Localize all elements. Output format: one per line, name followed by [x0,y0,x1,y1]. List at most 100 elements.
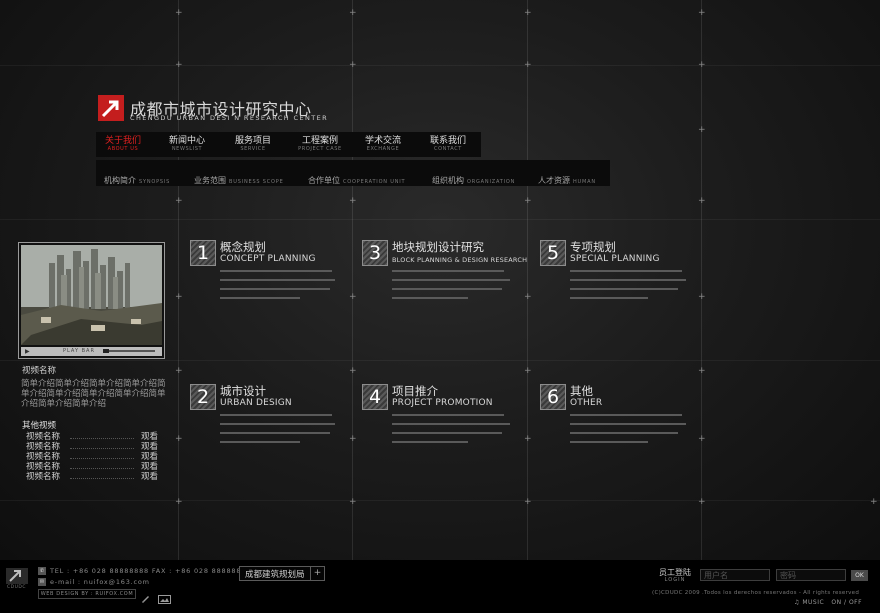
music-off-button[interactable]: OFF [849,599,862,606]
pen-icon[interactable] [141,588,151,603]
dotted-leader [70,458,134,459]
grid-plus-marker: + [349,366,357,376]
watch-link[interactable]: 观看 [141,472,158,482]
nav-label: 关于我们 [104,136,141,146]
play-icon[interactable]: ▶ [25,348,30,355]
video-name[interactable]: 视频名称 [26,462,60,472]
service-subtitle: URBAN DESIGN [220,398,292,408]
grid-plus-marker: + [175,60,183,70]
grid-plus-marker: + [698,125,706,135]
select-toggle-button[interactable]: + [310,567,324,580]
grid-line [701,0,702,560]
grid-plus-marker: + [698,366,706,376]
service-title: 地块规划设计研究 [392,240,484,254]
subnav-item-organization[interactable]: 组织机构 ORGANIZATION [432,168,515,187]
list-item[interactable]: 视频名称 观看 [26,432,158,442]
grid-plus-marker: + [175,366,183,376]
grid-plus-marker: + [349,8,357,18]
photo-icon[interactable] [158,589,171,604]
dotted-leader [70,468,134,469]
grid-line [178,0,179,560]
login-ok-button[interactable]: OK [851,570,868,581]
nav-label: 新闻中心 [168,136,205,146]
grid-plus-marker: + [349,434,357,444]
grid-plus-marker: + [349,497,357,507]
video-description: 简单介绍简单介绍简单介绍简单介绍简单介绍简单介绍简单介绍简单介绍简单介绍简单介绍… [21,379,166,409]
subnav-label: 机构简介 [104,176,136,185]
service-title: 其他 [570,384,593,398]
grid-plus-marker: + [175,196,183,206]
watch-link[interactable]: 观看 [141,452,158,462]
subnav-label: 人才资源 [538,176,570,185]
grid-plus-marker: + [698,196,706,206]
grid-plus-marker: + [698,292,706,302]
subnav-item-cooperation[interactable]: 合作单位 COOPERATION UNIT [308,168,405,187]
nav-sublabel: SERVICE [240,146,266,152]
nav-item-about[interactable]: 关于我们 ABOUT US [104,136,142,153]
video-name[interactable]: 视频名称 [26,472,60,482]
grid-plus-marker: + [524,196,532,206]
subnav-sublabel: SYNOPSIS [139,179,171,185]
grid-plus-marker: + [698,497,706,507]
grid-plus-marker: + [524,497,532,507]
list-item[interactable]: 视频名称 观看 [26,442,158,452]
password-field[interactable]: 密码 [776,569,846,581]
subnav-sublabel: ORGANIZATION [467,179,516,185]
list-item[interactable]: 视频名称 观看 [26,462,158,472]
subnav-item-human[interactable]: 人才资源 HUMAN [538,168,596,187]
watch-link[interactable]: 观看 [141,432,158,442]
nav-item-news[interactable]: 新闻中心 NEWSLIST [168,136,206,153]
grid-plus-marker: + [698,60,706,70]
subnav-item-business-scope[interactable]: 业务范围 BUSINESS SCOPE [194,168,284,187]
grid-line [527,0,528,560]
copyright-text: (C)CDUDC 2009 .Todos los derechos reserv… [652,590,860,596]
nav-item-project-case[interactable]: 工程案例 PROJECT CASE [296,136,344,153]
username-field[interactable]: 用户名 [700,569,770,581]
video-thumbnail[interactable] [21,245,162,345]
video-control-bar[interactable]: ▶ PLAY BAR [21,347,162,356]
grid-line [0,219,880,220]
select-value: 成都建筑规划局 [245,570,305,580]
grid-plus-marker: + [698,434,706,444]
watch-link[interactable]: 观看 [141,442,158,452]
grid-plus-marker: + [349,292,357,302]
grid-plus-marker: + [175,8,183,18]
other-videos-heading: 其他视频 [22,421,57,431]
grid-line [0,500,880,501]
footer-logo-icon [6,568,28,584]
music-on-button[interactable]: ON [831,599,841,606]
nav-item-exchange[interactable]: 学术交流 EXCHANGE [364,136,402,153]
grid-line [352,0,353,560]
video-name[interactable]: 视频名称 [26,452,60,462]
nav-item-contact[interactable]: 联系我们 CONTACT [429,136,467,153]
service-subtitle: SPECIAL PLANNING [570,254,660,264]
subnav-sublabel: COOPERATION UNIT [343,179,406,185]
video-name[interactable]: 视频名称 [26,442,60,452]
subnav-item-synopsis[interactable]: 机构简介 SYNOPSIS [104,168,170,187]
speaker-icon: ♫ [794,599,800,606]
seek-track[interactable] [105,350,155,352]
service-subtitle: PROJECT PROMOTION [392,398,493,408]
nav-label: 联系我们 [429,136,466,146]
login-label: 员工登陆 [659,568,691,577]
grid-plus-marker: + [870,497,878,507]
dotted-leader [70,448,134,449]
nav-sublabel: CONTACT [434,146,462,152]
footer-logo-text: CDUDC [7,585,27,590]
video-name[interactable]: 视频名称 [26,432,60,442]
service-title: 概念规划 [220,240,266,254]
design-credit-link[interactable]: WEB DESIGN BY : RUIFOX.COM [38,589,136,599]
video-player[interactable]: ▶ PLAY BAR [18,242,165,359]
service-number-badge: 6 [540,384,566,410]
seek-handle[interactable] [103,349,109,353]
footer-email[interactable]: e-mail : nuifox@163.com [50,578,150,586]
dotted-leader [70,438,134,439]
site-link-select[interactable]: 成都建筑规划局 + [239,566,325,581]
arrow-logo-icon [98,95,124,121]
nav-item-service[interactable]: 服务项目 SERVICE [234,136,272,153]
grid-plus-marker: + [175,292,183,302]
staff-login-label: 员工登陆 LOGIN [656,568,694,586]
list-item[interactable]: 视频名称 观看 [26,452,158,462]
watch-link[interactable]: 观看 [141,462,158,472]
list-item[interactable]: 视频名称 观看 [26,472,158,482]
